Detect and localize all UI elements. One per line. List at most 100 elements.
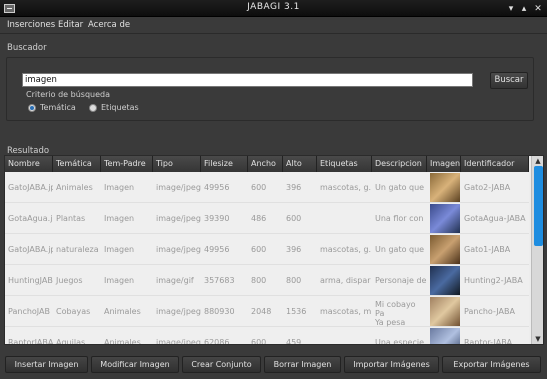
radio-etiquetas[interactable] [89, 104, 97, 112]
exportar-imagenes-button[interactable]: Exportar Imágenes [442, 356, 541, 373]
cell-alto: 459 [286, 338, 302, 345]
scroll-down-icon[interactable]: ▼ [533, 335, 543, 343]
cell-identificador: Hunting2-JABA [464, 276, 523, 285]
insertar-imagen-button[interactable]: Insertar Imagen [5, 356, 88, 373]
table-row[interactable]: GotaAgua.jp Plantas Imagen image/jpeg 39390 4… [5, 203, 529, 234]
col-ancho[interactable]: Ancho [248, 156, 283, 172]
minimize-icon[interactable]: ▾ [506, 4, 516, 14]
cell-tematica: naturaleza [56, 245, 99, 254]
cell-ancho: 486 [251, 214, 267, 223]
cell-ancho: 800 [251, 276, 267, 285]
cell-alto: 396 [286, 183, 302, 192]
radio-tematica[interactable] [28, 104, 36, 112]
table-row[interactable]: RaptorJABA Aguilas Animales image/jpeg 62086… [5, 327, 529, 345]
cell-descripcion: Un gato que l [375, 183, 427, 192]
cell-imagen [427, 327, 461, 344]
cell-filesize: 357683 [204, 276, 235, 285]
menu-acerca-de[interactable]: Acerca de [88, 20, 130, 30]
col-tipo[interactable]: Tipo [153, 156, 201, 172]
cell-alto: 800 [286, 276, 302, 285]
cell-nombre: HuntingJAB [8, 276, 53, 285]
cell-alto: 600 [286, 214, 302, 223]
table-row[interactable]: GatoJABA.jp Animales Imagen image/jpeg 49956… [5, 172, 529, 203]
cell-nombre: RaptorJABA [8, 338, 53, 345]
cell-tematica: Cobayas [56, 307, 91, 316]
cell-descripcion: Una flor con [375, 214, 424, 223]
cell-imagen [427, 234, 461, 265]
cell-filesize: 49956 [204, 245, 230, 254]
col-tematica[interactable]: Temática [53, 156, 101, 172]
search-input[interactable]: imagen [22, 73, 473, 87]
maximize-icon[interactable]: ▴ [519, 4, 529, 14]
cell-tem-padre: Imagen [104, 183, 135, 192]
col-filesize[interactable]: Filesize [201, 156, 248, 172]
search-panel [6, 57, 534, 121]
title-bar: JABAGI 3.1 ▾ ▴ ✕ [0, 0, 547, 17]
table-row[interactable]: GatoJABA.jp naturaleza Imagen image/jpeg 499… [5, 234, 529, 265]
cell-tem-padre: Animales [104, 307, 141, 316]
cell-alto: 1536 [286, 307, 307, 316]
col-imagen[interactable]: Imagen [427, 156, 461, 172]
modificar-imagen-button[interactable]: Modificar Imagen [91, 356, 179, 373]
cell-imagen [427, 296, 461, 327]
window-title: JABAGI 3.1 [247, 2, 300, 12]
col-nombre[interactable]: Nombre [5, 156, 53, 172]
menu-editar[interactable]: Editar [58, 20, 83, 30]
table-header: Nombre Temática Tem-Padre Tipo Filesize … [5, 156, 529, 172]
cell-nombre: PanchoJAB [8, 307, 50, 316]
importar-imagenes-button[interactable]: Importar Imágenes [344, 356, 439, 373]
col-etiquetas[interactable]: Etiquetas [317, 156, 372, 172]
cell-identificador: Raptor-JABA [464, 338, 513, 345]
cell-tem-padre: Imagen [104, 276, 135, 285]
cell-ancho: 600 [251, 183, 267, 192]
criteria-label: Criterio de búsqueda [26, 90, 111, 99]
col-identificador[interactable]: Identificador [461, 156, 529, 172]
cell-identificador: Pancho-JABA [464, 307, 515, 316]
menu-inserciones[interactable]: Inserciones [7, 20, 55, 30]
vertical-scrollbar[interactable]: ▲ ▼ [531, 156, 543, 344]
cell-alto: 396 [286, 245, 302, 254]
scroll-up-icon[interactable]: ▲ [533, 157, 543, 165]
cell-nombre: GotaAgua.jp [8, 214, 53, 223]
cell-tipo: image/jpeg [156, 183, 201, 192]
cell-identificador: Gato1-JABA [464, 245, 511, 254]
cell-etiquetas: arma, dispar [320, 276, 371, 285]
cell-filesize: 880930 [204, 307, 235, 316]
image-thumbnail [430, 204, 460, 233]
cell-etiquetas: mascotas, g... [320, 245, 372, 254]
cell-tipo: image/jpeg [156, 307, 201, 316]
table-row[interactable]: HuntingJAB Juegos Imagen image/gif 357683 800… [5, 265, 529, 296]
scrollbar-thumb[interactable] [534, 166, 543, 246]
cell-ancho: 600 [251, 245, 267, 254]
cell-tematica: Aguilas [56, 338, 86, 345]
cell-imagen [427, 172, 461, 203]
cell-filesize: 49956 [204, 183, 230, 192]
cell-descripcion: Mi cobayo PaYa pesa 1.5kg [375, 300, 416, 327]
image-thumbnail [430, 328, 460, 344]
cell-tematica: Juegos [56, 276, 83, 285]
col-tem-padre[interactable]: Tem-Padre [101, 156, 153, 172]
image-thumbnail [430, 266, 460, 295]
radio-etiquetas-label: Etiquetas [101, 103, 139, 112]
cell-tipo: image/jpeg [156, 214, 201, 223]
image-thumbnail [430, 235, 460, 264]
close-icon[interactable]: ✕ [533, 4, 543, 14]
search-button[interactable]: Buscar [490, 72, 528, 89]
cell-imagen [427, 203, 461, 234]
cell-filesize: 39390 [204, 214, 230, 223]
table-row[interactable]: PanchoJAB Cobayas Animales image/jpeg 880930… [5, 296, 529, 327]
col-alto[interactable]: Alto [283, 156, 317, 172]
crear-conjunto-button[interactable]: Crear Conjunto [182, 356, 261, 373]
borrar-imagen-button[interactable]: Borrar Imagen [264, 356, 341, 373]
cell-ancho: 2048 [251, 307, 272, 316]
cell-identificador: GotaAgua-JABA [464, 214, 526, 223]
col-descripcion[interactable]: Descripcion [372, 156, 427, 172]
cell-filesize: 62086 [204, 338, 230, 345]
cell-descripcion: Personaje de [375, 276, 427, 285]
cell-tem-padre: Imagen [104, 214, 135, 223]
cell-identificador: Gato2-JABA [464, 183, 511, 192]
cell-tematica: Plantas [56, 214, 86, 223]
cell-tem-padre: Imagen [104, 245, 135, 254]
results-table: Nombre Temática Tem-Padre Tipo Filesize … [4, 155, 544, 345]
cell-nombre: GatoJABA.jp [8, 183, 53, 192]
